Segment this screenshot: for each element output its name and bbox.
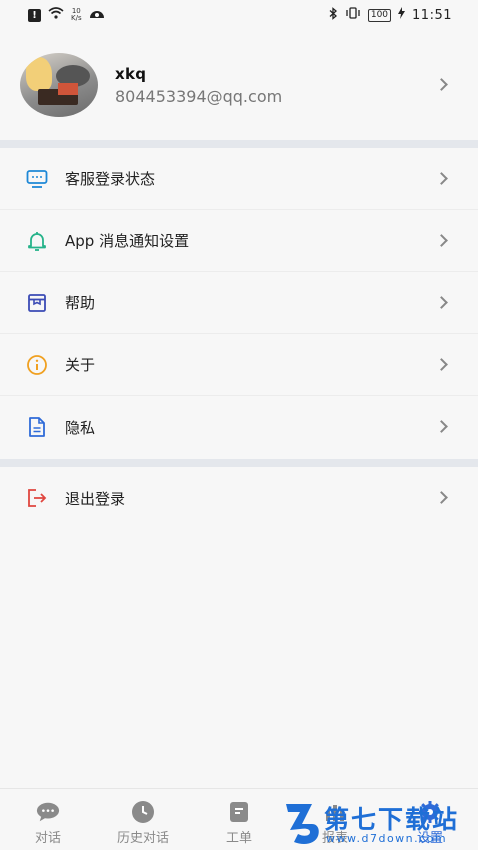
- chat-icon: [36, 801, 60, 823]
- watermark-logo: [286, 804, 319, 844]
- status-bar: ! 10 K/s 100 11:51: [0, 0, 478, 30]
- settings-menu: 客服登录状态 App 消息通知设置 帮助 关于 隐私: [0, 148, 478, 458]
- menu-item-label: 退出登录: [65, 489, 126, 508]
- watermark-title: 第七下载站: [324, 805, 460, 834]
- battery-icon: 100: [367, 8, 392, 22]
- tab-history[interactable]: 历史对话: [103, 801, 183, 846]
- menu-item-label: App 消息通知设置: [65, 232, 190, 250]
- menu-item-notification-settings[interactable]: App 消息通知设置: [0, 210, 478, 272]
- status-right: 100 11:51: [329, 6, 452, 24]
- profile-info: xkq 804453394@qq.com: [115, 65, 282, 106]
- menu-item-about[interactable]: 关于: [0, 334, 478, 396]
- hotspot-icon: [89, 6, 105, 24]
- menu-item-label: 关于: [65, 356, 96, 374]
- wifi-icon: [48, 7, 64, 23]
- help-box-icon: [25, 291, 49, 315]
- avatar: [20, 53, 98, 117]
- tab-ticket[interactable]: 工单: [199, 801, 279, 846]
- info-icon: [25, 353, 49, 377]
- menu-item-service-login-status[interactable]: 客服登录状态: [0, 148, 478, 210]
- chevron-right-icon: [435, 491, 448, 504]
- chevron-right-icon: [435, 78, 448, 91]
- menu-item-privacy[interactable]: 隐私: [0, 396, 478, 458]
- chevron-right-icon: [435, 420, 448, 433]
- email: 804453394@qq.com: [115, 86, 283, 106]
- bell-icon: [25, 229, 49, 253]
- alert-icon: !: [28, 8, 41, 22]
- clock-icon: [131, 801, 155, 823]
- username: xkq: [115, 64, 147, 83]
- vibrate-icon: [345, 7, 361, 23]
- clock-time: 11:51: [412, 7, 452, 23]
- tab-label: 工单: [225, 831, 252, 846]
- profile-card[interactable]: xkq 804453394@qq.com: [0, 30, 478, 140]
- menu-item-logout[interactable]: 退出登录: [0, 467, 478, 529]
- watermark-url: www.d7down.com: [326, 832, 448, 845]
- logout-icon: [25, 486, 49, 510]
- network-speed: 10 K/s: [71, 8, 82, 22]
- tab-label: 历史对话: [116, 831, 169, 846]
- network-speed-unit: K/s: [71, 14, 82, 22]
- chevron-right-icon: [435, 172, 448, 185]
- ticket-icon: [227, 801, 251, 823]
- bluetooth-icon: [329, 6, 338, 24]
- chevron-right-icon: [435, 296, 448, 309]
- menu-item-help[interactable]: 帮助: [0, 272, 478, 334]
- chevron-right-icon: [435, 358, 448, 371]
- chevron-right-icon: [435, 234, 448, 247]
- status-left: ! 10 K/s: [28, 6, 105, 24]
- menu-item-label: 隐私: [65, 418, 96, 437]
- section-divider: [0, 459, 478, 467]
- tab-label: 对话: [34, 831, 61, 846]
- section-divider: [0, 140, 478, 148]
- menu-item-label: 帮助: [65, 294, 96, 312]
- monitor-icon: [25, 167, 49, 191]
- logout-menu: 退出登录: [0, 467, 478, 529]
- menu-item-label: 客服登录状态: [65, 170, 156, 188]
- document-icon: [25, 415, 49, 439]
- tab-chat[interactable]: 对话: [8, 801, 88, 846]
- charging-icon: [398, 7, 406, 23]
- watermark: 第七下载站 www.d7down.com: [282, 798, 478, 850]
